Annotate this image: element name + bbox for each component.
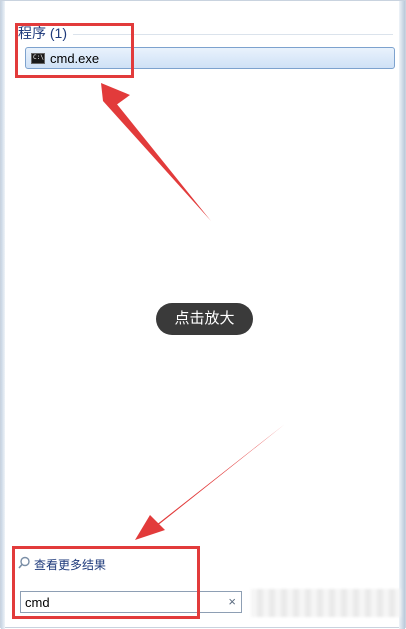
arrow-to-search-head: [135, 515, 165, 540]
annotation-arrows: [101, 83, 285, 540]
